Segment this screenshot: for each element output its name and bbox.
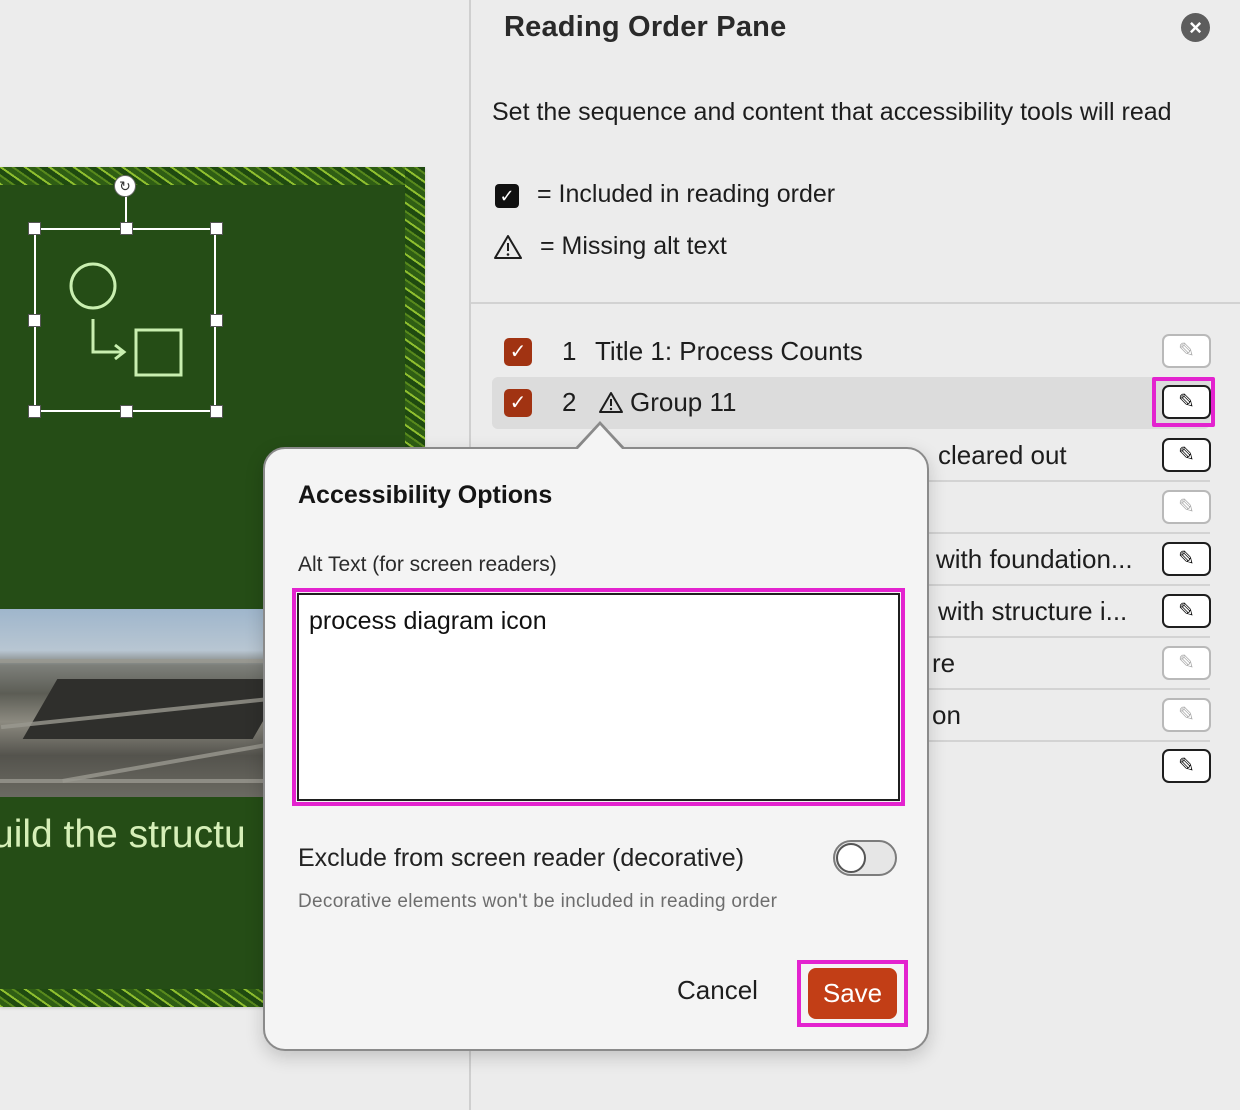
item-label: on bbox=[932, 700, 961, 730]
legend-missing-text: = Missing alt text bbox=[540, 232, 727, 260]
resize-handle-n[interactable] bbox=[120, 222, 133, 235]
accessibility-options-popover: Accessibility Options Alt Text (for scre… bbox=[263, 447, 929, 1051]
resize-handle-w[interactable] bbox=[28, 314, 41, 327]
edit-pencil-icon[interactable]: ✎ bbox=[1162, 594, 1211, 628]
cancel-button[interactable]: Cancel bbox=[677, 975, 758, 1006]
item-number: 1 bbox=[562, 336, 577, 366]
highlight-edit-button bbox=[1152, 377, 1215, 427]
resize-handle-s[interactable] bbox=[120, 405, 133, 418]
pane-title: Reading Order Pane bbox=[504, 11, 787, 43]
item-number: 2 bbox=[562, 387, 577, 417]
warning-icon bbox=[599, 392, 623, 413]
edit-pencil-icon[interactable]: ✎ bbox=[1162, 490, 1211, 524]
pane-description: Set the sequence and content that access… bbox=[492, 98, 1172, 126]
edit-pencil-icon[interactable]: ✎ bbox=[1162, 646, 1211, 680]
resize-handle-e[interactable] bbox=[210, 314, 223, 327]
highlight-save-button bbox=[797, 960, 908, 1027]
divider bbox=[471, 302, 1240, 304]
edit-pencil-icon[interactable]: ✎ bbox=[1162, 698, 1211, 732]
edit-pencil-icon[interactable]: ✎ bbox=[1162, 438, 1211, 472]
checkbox-legend-icon: ✓ bbox=[495, 184, 519, 208]
edit-pencil-icon[interactable]: ✎ bbox=[1162, 542, 1211, 576]
highlight-alt-text bbox=[292, 588, 905, 806]
item-label: re bbox=[932, 648, 956, 678]
include-checkbox[interactable]: ✓ bbox=[504, 338, 532, 366]
item-label: Group 11 bbox=[630, 387, 737, 417]
toggle-knob bbox=[836, 843, 866, 873]
resize-handle-nw[interactable] bbox=[28, 222, 41, 235]
item-label: cleared out bbox=[938, 440, 1067, 470]
resize-handle-ne[interactable] bbox=[210, 222, 223, 235]
resize-handle-se[interactable] bbox=[210, 405, 223, 418]
legend-included-text: = Included in reading order bbox=[537, 180, 836, 208]
edit-pencil-icon[interactable]: ✎ bbox=[1162, 749, 1211, 783]
item-label: with foundation... bbox=[936, 544, 1133, 574]
item-label: with structure i... bbox=[938, 596, 1128, 626]
alt-text-label: Alt Text (for screen readers) bbox=[298, 553, 557, 576]
resize-handle-sw[interactable] bbox=[28, 405, 41, 418]
decorative-help-text: Decorative elements won't be included in… bbox=[298, 891, 778, 912]
reading-order-item[interactable]: ✓ 1 Title 1: Process Counts ✎ bbox=[492, 326, 1211, 378]
selection-box[interactable] bbox=[28, 222, 223, 418]
leaf-border-top bbox=[0, 167, 425, 185]
decorative-toggle[interactable] bbox=[833, 840, 897, 876]
item-label: Title 1: Process Counts bbox=[595, 336, 863, 366]
warning-icon bbox=[494, 235, 522, 259]
exclude-decorative-label: Exclude from screen reader (decorative) bbox=[298, 844, 745, 872]
rotate-handle-icon[interactable]: ↻ bbox=[114, 175, 136, 197]
include-checkbox[interactable]: ✓ bbox=[504, 389, 532, 417]
close-icon[interactable]: × bbox=[1181, 13, 1210, 42]
popover-title: Accessibility Options bbox=[298, 481, 553, 509]
popover-arrow-fill bbox=[577, 425, 623, 450]
edit-pencil-icon[interactable]: ✎ bbox=[1162, 334, 1211, 368]
